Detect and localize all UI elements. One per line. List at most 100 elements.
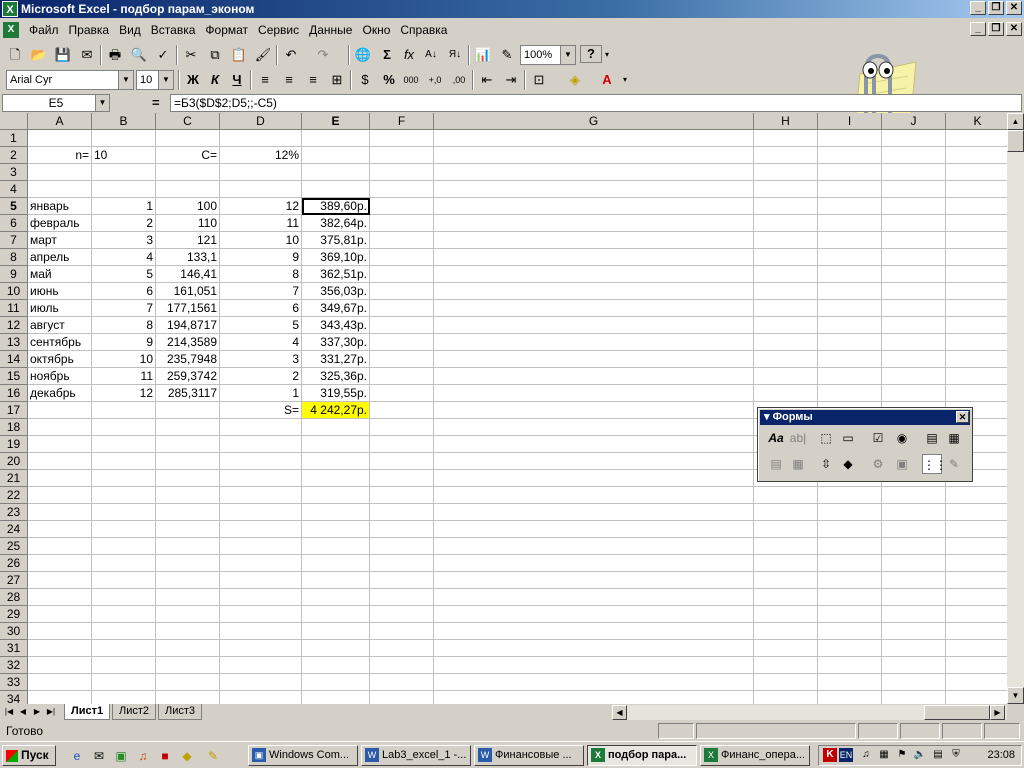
cell-j29[interactable] — [882, 606, 946, 623]
cell-d29[interactable] — [220, 606, 302, 623]
menu-window[interactable]: Окно — [357, 23, 395, 37]
column-header[interactable]: G — [434, 113, 754, 130]
minimize-button[interactable]: _ — [970, 1, 986, 15]
toolbar-options-icon[interactable]: ▾ — [620, 70, 630, 90]
cell-e7[interactable]: 375,81р. — [302, 232, 370, 249]
cell-c3[interactable] — [156, 164, 220, 181]
cell-b3[interactable] — [92, 164, 156, 181]
cell-e14[interactable]: 331,27р. — [302, 351, 370, 368]
combo-dropdown-edit-icon[interactable]: ▦ — [788, 454, 808, 474]
cell-g3[interactable] — [434, 164, 754, 181]
cell-b11[interactable]: 7 — [92, 300, 156, 317]
cell-f15[interactable] — [370, 368, 434, 385]
cell-e34[interactable] — [302, 691, 370, 704]
cell-f19[interactable] — [370, 436, 434, 453]
cell-b19[interactable] — [92, 436, 156, 453]
cell-h24[interactable] — [754, 521, 818, 538]
cell-j24[interactable] — [882, 521, 946, 538]
cell-c17[interactable] — [156, 402, 220, 419]
cell-g10[interactable] — [434, 283, 754, 300]
cell-g22[interactable] — [434, 487, 754, 504]
increase-indent-icon[interactable]: ⇥ — [500, 70, 522, 90]
cell-h33[interactable] — [754, 674, 818, 691]
cell-g2[interactable] — [434, 147, 754, 164]
cell-a15[interactable]: ноябрь — [28, 368, 92, 385]
cell-k1[interactable] — [946, 130, 1007, 147]
cell-g1[interactable] — [434, 130, 754, 147]
cell-a29[interactable] — [28, 606, 92, 623]
cell-k6[interactable] — [946, 215, 1007, 232]
cell-j4[interactable] — [882, 181, 946, 198]
last-sheet-icon[interactable]: ▶| — [44, 705, 58, 719]
cell-e24[interactable] — [302, 521, 370, 538]
close-icon[interactable]: ✕ — [956, 411, 969, 423]
scroll-left-icon[interactable]: ◀ — [612, 705, 627, 720]
cell-g4[interactable] — [434, 181, 754, 198]
cell-d27[interactable] — [220, 572, 302, 589]
label-control-icon[interactable]: Aa — [766, 428, 786, 448]
task-excel-active[interactable]: Xподбор пара... — [587, 745, 697, 766]
cell-i7[interactable] — [818, 232, 882, 249]
cell-f27[interactable] — [370, 572, 434, 589]
cell-k13[interactable] — [946, 334, 1007, 351]
cell-a9[interactable]: май — [28, 266, 92, 283]
cell-c6[interactable]: 110 — [156, 215, 220, 232]
column-header[interactable]: K — [946, 113, 1007, 130]
row-header[interactable]: 29 — [0, 606, 28, 623]
cell-a33[interactable] — [28, 674, 92, 691]
cell-h27[interactable] — [754, 572, 818, 589]
sheet-tab-3[interactable]: Лист3 — [158, 704, 203, 720]
cell-d32[interactable] — [220, 657, 302, 674]
cell-i27[interactable] — [818, 572, 882, 589]
cell-j28[interactable] — [882, 589, 946, 606]
tray-icon[interactable]: ▦ — [877, 748, 891, 762]
cell-h28[interactable] — [754, 589, 818, 606]
column-header[interactable]: D — [220, 113, 302, 130]
chevron-down-icon[interactable]: ▾ — [764, 411, 770, 423]
cell-k10[interactable] — [946, 283, 1007, 300]
copy-icon[interactable]: ⧉ — [204, 45, 226, 65]
row-header[interactable]: 33 — [0, 674, 28, 691]
cell-b33[interactable] — [92, 674, 156, 691]
workbook-close-button[interactable]: ✕ — [1006, 22, 1022, 36]
cell-c22[interactable] — [156, 487, 220, 504]
cell-d33[interactable] — [220, 674, 302, 691]
function-icon[interactable]: fx — [398, 45, 420, 65]
cell-a17[interactable] — [28, 402, 92, 419]
cell-d13[interactable]: 4 — [220, 334, 302, 351]
cell-f20[interactable] — [370, 453, 434, 470]
cell-h1[interactable] — [754, 130, 818, 147]
cell-c2[interactable]: C= — [156, 147, 220, 164]
cell-g28[interactable] — [434, 589, 754, 606]
cell-b13[interactable]: 9 — [92, 334, 156, 351]
cell-d1[interactable] — [220, 130, 302, 147]
cell-b29[interactable] — [92, 606, 156, 623]
cell-k23[interactable] — [946, 504, 1007, 521]
desktop-icon[interactable]: ▣ — [112, 747, 130, 765]
cell-j34[interactable] — [882, 691, 946, 704]
cell-a6[interactable]: февраль — [28, 215, 92, 232]
row-header[interactable]: 24 — [0, 521, 28, 538]
row-header[interactable]: 34 — [0, 691, 28, 704]
row-header[interactable]: 13 — [0, 334, 28, 351]
cell-d24[interactable] — [220, 521, 302, 538]
cell-d17[interactable]: S= — [220, 402, 302, 419]
cell-i24[interactable] — [818, 521, 882, 538]
cell-c25[interactable] — [156, 538, 220, 555]
cell-k25[interactable] — [946, 538, 1007, 555]
row-header[interactable]: 4 — [0, 181, 28, 198]
cell-h25[interactable] — [754, 538, 818, 555]
cell-b2[interactable]: 10 — [92, 147, 156, 164]
cell-c5[interactable]: 100 — [156, 198, 220, 215]
task-excel-finance[interactable]: X Финанс_опера... — [700, 745, 810, 766]
row-header[interactable]: 3 — [0, 164, 28, 181]
run-dialog-icon[interactable]: ✎ — [944, 454, 964, 474]
outlook-icon[interactable]: ✉ — [90, 747, 108, 765]
cell-i11[interactable] — [818, 300, 882, 317]
cell-b1[interactable] — [92, 130, 156, 147]
cell-e6[interactable]: 382,64р. — [302, 215, 370, 232]
cell-f6[interactable] — [370, 215, 434, 232]
cell-j3[interactable] — [882, 164, 946, 181]
cell-f4[interactable] — [370, 181, 434, 198]
cell-c18[interactable] — [156, 419, 220, 436]
